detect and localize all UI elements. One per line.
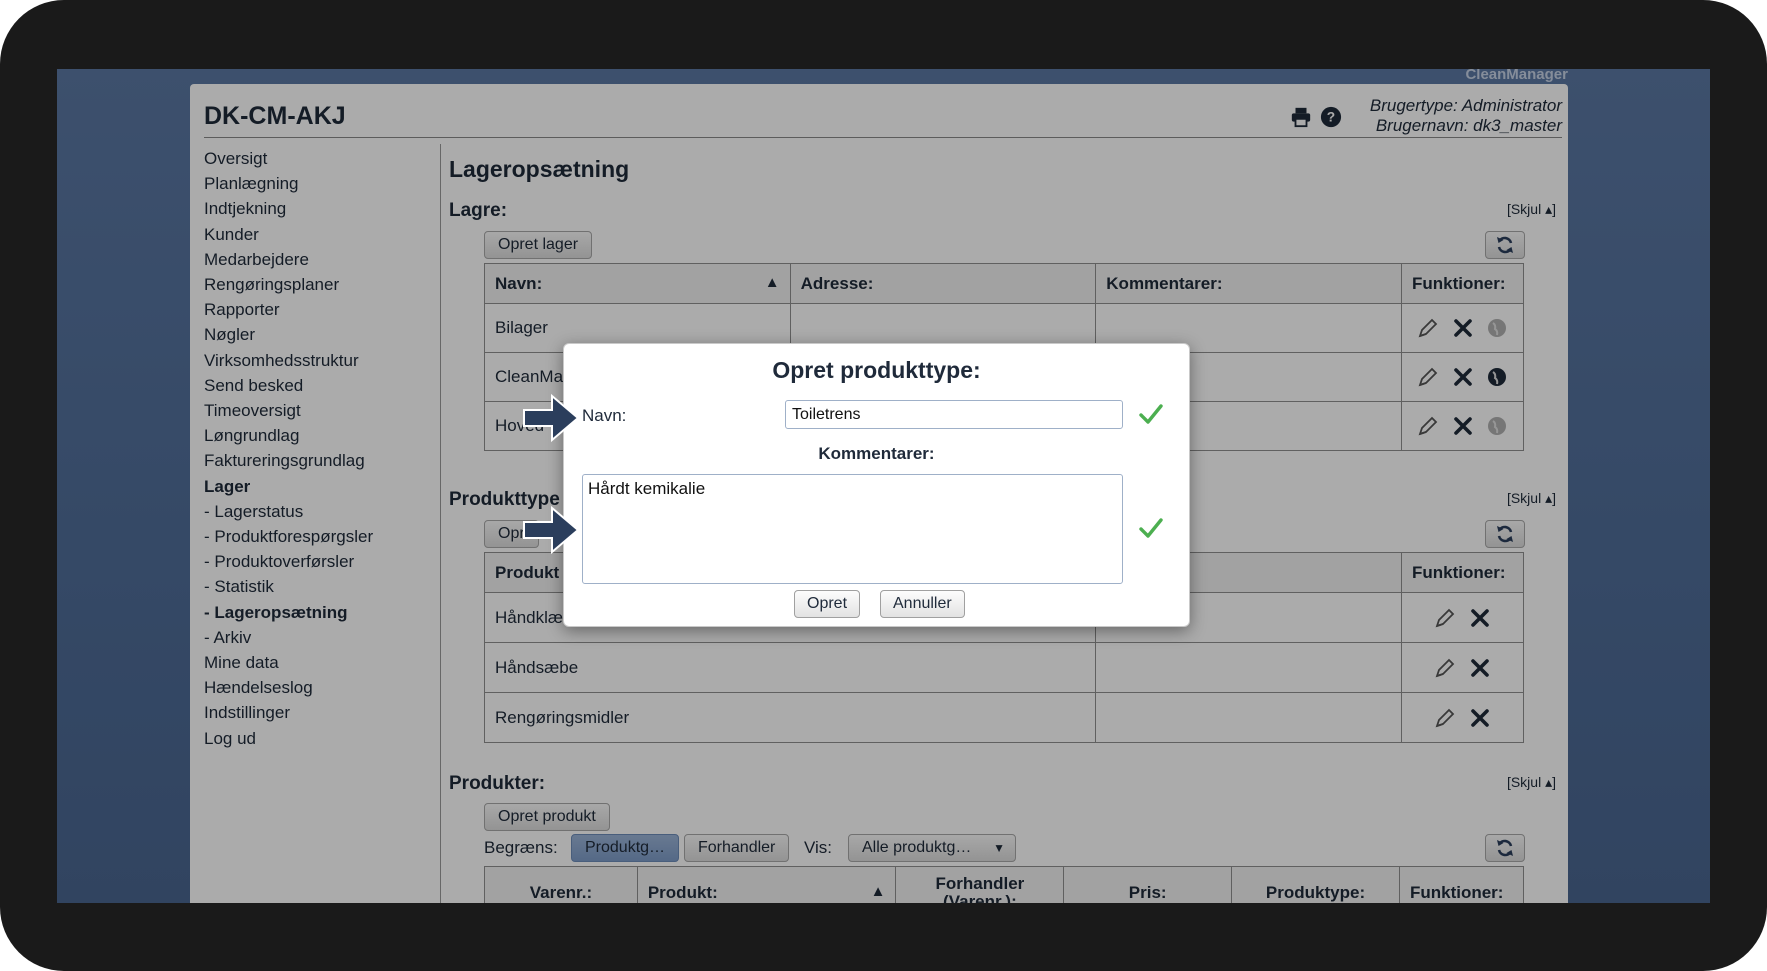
screen: CleanManager DK-CM-AKJ ? Brugertype: Adm… <box>57 69 1710 903</box>
comments-label: Kommentarer: <box>818 444 935 463</box>
comments-textarea[interactable]: Hårdt kemikalie <box>582 474 1123 584</box>
cancel-button[interactable]: Annuller <box>880 590 965 618</box>
annotation-arrow-icon <box>523 505 580 555</box>
dialog-title: Opret produkttype: <box>772 357 981 383</box>
name-input[interactable] <box>785 400 1123 429</box>
name-label: Navn: <box>582 406 627 425</box>
annotation-arrow-icon <box>523 393 580 443</box>
comments-valid-check-icon <box>1139 518 1163 538</box>
create-product-type-dialog: Opret produkttype: Navn: Kommentarer: Hå… <box>563 343 1190 627</box>
name-valid-check-icon <box>1139 404 1163 424</box>
create-button[interactable]: Opret <box>794 590 861 618</box>
